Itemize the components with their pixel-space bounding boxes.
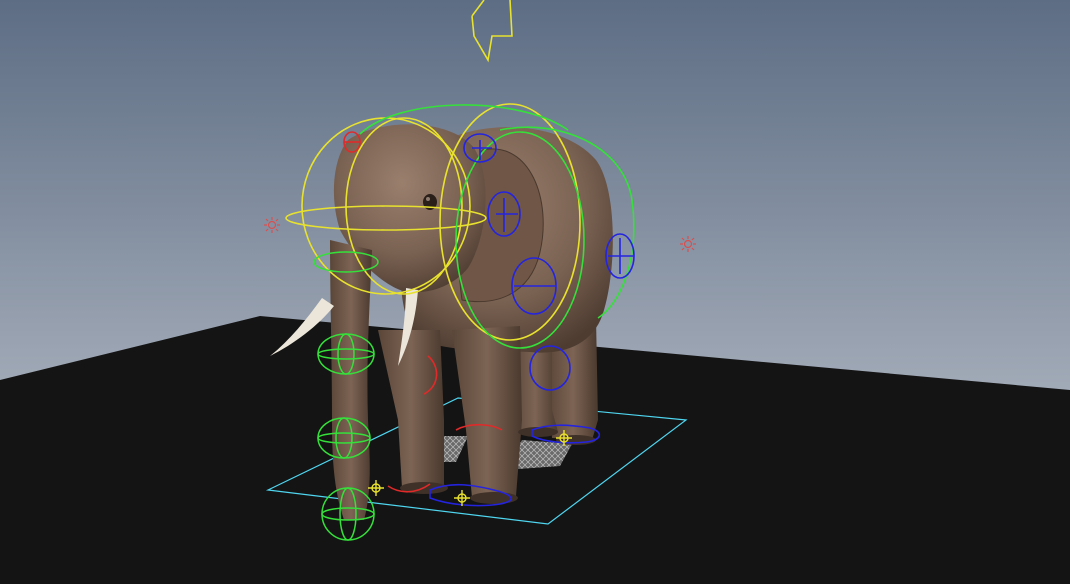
elephant-eye-highlight: [426, 197, 430, 201]
maya-viewport[interactable]: [0, 0, 1070, 584]
foot-back-right: [556, 435, 596, 445]
viewport-scene[interactable]: [0, 0, 1070, 584]
elephant-trunk: [330, 240, 372, 520]
